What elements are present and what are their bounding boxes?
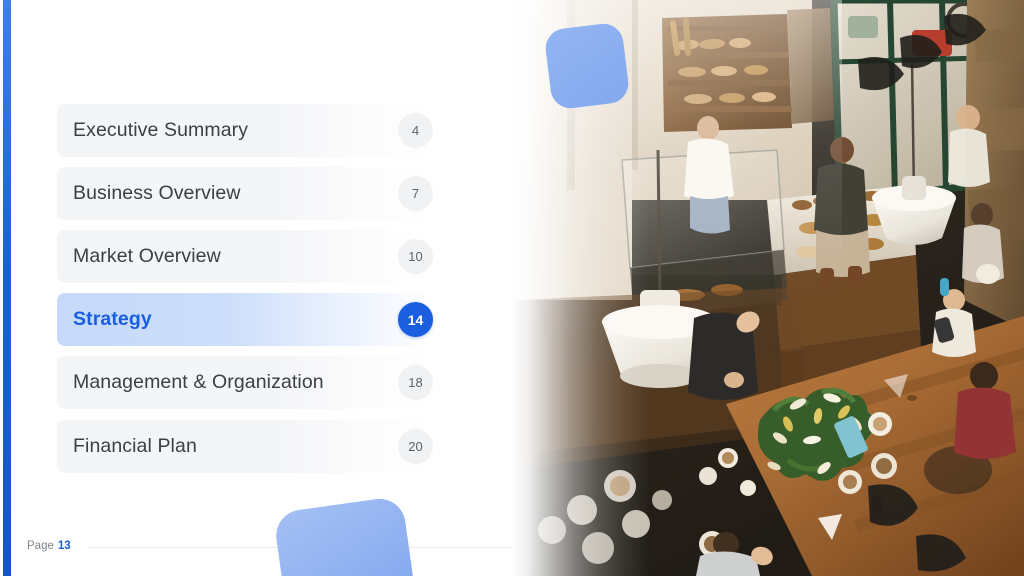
left-accent-bar [3,0,11,576]
toc-row-executive-summary[interactable]: Executive Summary 4 [57,104,435,157]
toc-page-badge: 20 [398,429,433,464]
footer: Page 13 [27,538,71,554]
toc-page-badge: 7 [398,176,433,211]
toc-row-strategy[interactable]: Strategy 14 [57,293,435,346]
toc-label: Management & Organization [73,371,324,393]
toc-row-business-overview[interactable]: Business Overview 7 [57,167,435,220]
rounded-square-top-decor [543,21,631,111]
toc-page-badge: 18 [398,365,433,400]
slide-root: Executive Summary 4 Business Overview 7 … [0,0,1024,576]
toc-row-financial-plan[interactable]: Financial Plan 20 [57,420,435,473]
toc-page-badge: 14 [398,302,433,337]
toc-label: Business Overview [73,182,241,204]
toc-page-badge: 4 [398,113,433,148]
footer-page-label: Page [27,540,54,552]
toc-label: Executive Summary [73,119,249,141]
toc-row-management-organization[interactable]: Management & Organization 18 [57,356,435,409]
toc-label: Market Overview [73,245,221,267]
toc-row-market-overview[interactable]: Market Overview 10 [57,230,435,283]
toc-label: Strategy [73,308,152,330]
toc-page-badge: 10 [398,239,433,274]
content-panel [0,0,512,576]
toc-label: Financial Plan [73,435,197,457]
footer-page-number: 13 [57,540,71,552]
